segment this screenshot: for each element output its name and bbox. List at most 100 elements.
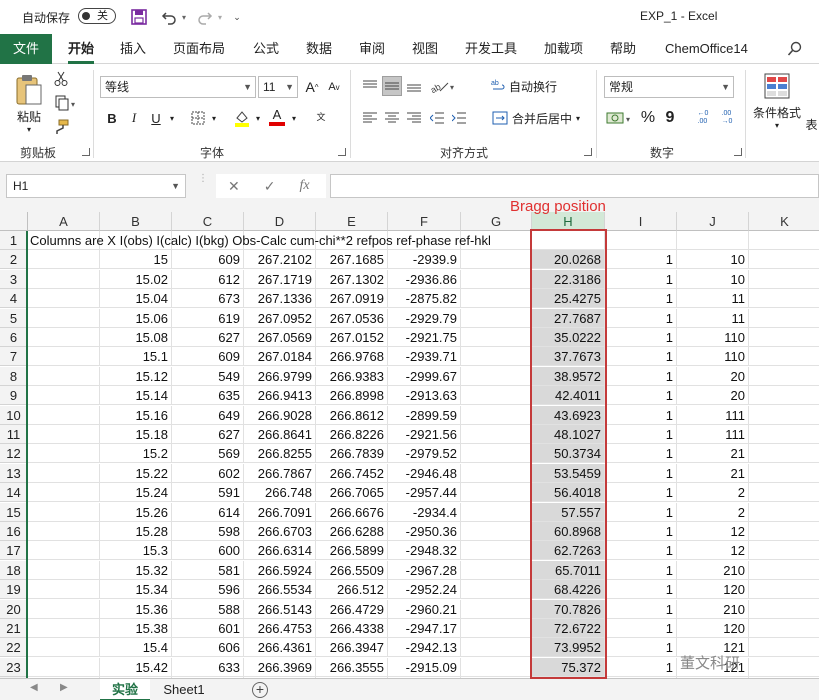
cell-k[interactable] [749, 503, 819, 522]
cell-c[interactable]: 569 [172, 444, 244, 464]
cell-c[interactable]: 588 [172, 599, 244, 619]
cell-a[interactable] [28, 483, 100, 503]
enter-icon[interactable]: ✓ [264, 178, 276, 195]
align-right-icon[interactable] [404, 108, 424, 128]
cell-f[interactable]: -2921.56 [388, 425, 461, 444]
cell-d[interactable]: 267.1336 [244, 289, 316, 309]
row-header[interactable]: 16 [0, 522, 28, 541]
cell-k[interactable] [749, 483, 819, 503]
underline-dropdown-icon[interactable]: ▾ [166, 108, 178, 128]
cell-k[interactable] [749, 464, 819, 483]
cell-c[interactable]: 606 [172, 638, 244, 658]
cell-c[interactable]: 549 [172, 366, 244, 386]
cell-c[interactable]: 649 [172, 405, 244, 425]
cell-a[interactable] [28, 347, 100, 367]
cell-h[interactable]: 68.4226 [532, 580, 605, 600]
cell-d[interactable]: 267.1719 [244, 269, 316, 289]
row-header[interactable]: 15 [0, 502, 28, 522]
phonetic-icon[interactable]: 文 [310, 106, 332, 128]
cell-k[interactable] [749, 386, 819, 406]
column-header-e[interactable]: E [316, 212, 388, 231]
row-header[interactable]: 18 [0, 560, 28, 580]
cell-g[interactable] [461, 463, 532, 483]
paste-button[interactable]: 粘贴 [14, 108, 44, 124]
cell-c[interactable]: 609 [172, 347, 244, 367]
italic-button[interactable]: I [126, 108, 142, 128]
cell-e[interactable]: 266.3947 [316, 638, 388, 658]
cell-g[interactable] [461, 657, 532, 677]
merge-center-button[interactable]: 合并后居中 ▾ [488, 108, 584, 128]
row-header[interactable]: 5 [0, 308, 28, 328]
cell-f[interactable]: -2936.86 [388, 269, 461, 289]
name-box[interactable]: H1 ▼ [6, 174, 186, 198]
cell-a[interactable] [28, 328, 100, 347]
cell-k[interactable] [749, 619, 819, 638]
cell-g[interactable] [461, 638, 532, 658]
cell-f[interactable]: -2899.59 [388, 405, 461, 425]
cell-g[interactable] [461, 386, 532, 406]
row-header[interactable]: 1 [0, 231, 28, 250]
row-header[interactable]: 14 [0, 483, 28, 503]
cell-f[interactable]: -2950.36 [388, 522, 461, 541]
cell-j[interactable]: 10 [677, 269, 749, 289]
tab-data[interactable]: 数据 [306, 34, 332, 64]
add-sheet-icon[interactable]: + [252, 682, 268, 698]
paste-icon[interactable] [10, 70, 48, 110]
cell-b[interactable]: 15.04 [100, 289, 172, 309]
cell-c[interactable]: 598 [172, 522, 244, 541]
cell-a[interactable] [28, 386, 100, 406]
cell-j[interactable]: 120 [677, 580, 749, 600]
alignment-launcher-icon[interactable] [584, 148, 592, 156]
tab-home[interactable]: 开始 [68, 34, 95, 64]
cell-e[interactable]: 266.6288 [316, 522, 388, 541]
copy-icon[interactable]: ▾ [52, 94, 80, 112]
cell-b[interactable]: 15.16 [100, 405, 172, 425]
row-header[interactable]: 17 [0, 541, 28, 561]
cell-c[interactable]: 627 [172, 425, 244, 444]
cell-h[interactable]: 43.6923 [532, 405, 605, 425]
cell-e[interactable]: 266.9383 [316, 366, 388, 386]
cell-d[interactable]: 266.6314 [244, 541, 316, 561]
cell-j[interactable]: 12 [677, 522, 749, 541]
cell-g[interactable] [461, 366, 532, 386]
cell-h[interactable]: 65.7011 [532, 560, 605, 580]
cell-h[interactable]: 60.8968 [532, 522, 605, 541]
cell-j[interactable]: 10 [677, 250, 749, 270]
cell-c[interactable]: 619 [172, 308, 244, 328]
cell-b[interactable]: 15.1 [100, 347, 172, 367]
cell-f[interactable]: -2957.44 [388, 483, 461, 503]
cell-f[interactable]: -2948.32 [388, 541, 461, 561]
cell-a[interactable] [28, 560, 100, 580]
cell-b[interactable]: 15.38 [100, 619, 172, 638]
cell-b[interactable]: 15.08 [100, 328, 172, 347]
increase-decimal-icon[interactable]: ←0.00 [692, 108, 714, 128]
align-center-icon[interactable] [382, 108, 402, 128]
cell-f[interactable]: -2934.4 [388, 502, 461, 522]
cell-f[interactable]: -2942.13 [388, 638, 461, 658]
cell-b[interactable]: 15.22 [100, 463, 172, 483]
cell-a[interactable] [28, 308, 100, 328]
cell-a[interactable] [28, 366, 100, 386]
cell-k[interactable] [749, 347, 819, 367]
orientation-icon[interactable]: ab ▾ [428, 76, 458, 96]
fill-color-dropdown-icon[interactable]: ▾ [252, 108, 264, 128]
cell[interactable] [605, 231, 677, 250]
header-row-text[interactable]: Columns are X I(obs) I(calc) I(bkg) Obs-… [30, 231, 491, 250]
cell-e[interactable]: 267.1302 [316, 269, 388, 289]
cell-a[interactable] [28, 599, 100, 619]
cell-d[interactable]: 266.3969 [244, 657, 316, 677]
row-header[interactable]: 4 [0, 289, 28, 309]
cell-d[interactable]: 266.7867 [244, 463, 316, 483]
save-icon[interactable] [128, 6, 150, 28]
cell-c[interactable]: 591 [172, 483, 244, 503]
cell-d[interactable]: 266.5143 [244, 599, 316, 619]
borders-dropdown-icon[interactable]: ▾ [208, 108, 220, 128]
cell-f[interactable]: -2947.17 [388, 619, 461, 638]
chevron-down-icon[interactable]: ▾ [770, 120, 784, 130]
cell-a[interactable] [28, 269, 100, 289]
cell-i[interactable]: 1 [605, 405, 677, 425]
cell-h[interactable]: 22.3186 [532, 269, 605, 289]
cell-g[interactable] [461, 328, 532, 347]
cell-e[interactable]: 266.8998 [316, 386, 388, 406]
cell[interactable] [532, 231, 605, 250]
